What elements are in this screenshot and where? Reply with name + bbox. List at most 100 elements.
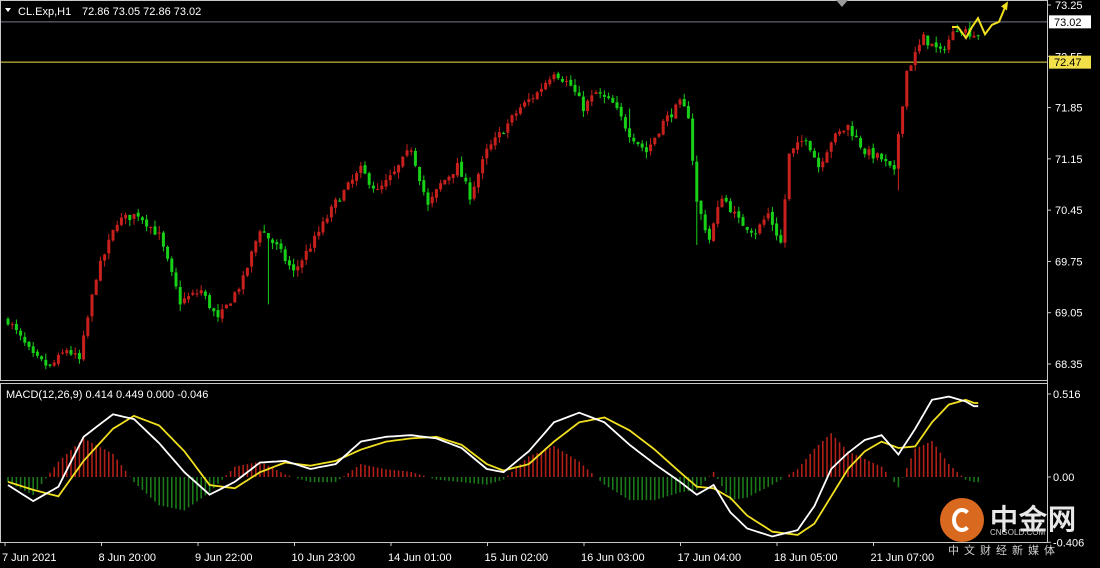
candle-body	[266, 233, 270, 239]
candle-body	[703, 214, 707, 231]
cngold-watermark: 中金网 CNGOLD.COM 中文财经新媒体	[938, 496, 1088, 558]
candle-body	[598, 92, 602, 94]
candle-body	[775, 223, 779, 236]
candle-body	[418, 167, 422, 182]
candle-body	[388, 175, 392, 181]
cngold-logo-icon	[940, 498, 984, 542]
candle-body	[804, 140, 808, 142]
candle-body	[52, 362, 56, 366]
price-tick-label: 73.25	[1055, 0, 1083, 12]
candle-body	[502, 133, 506, 135]
candle-body	[523, 102, 527, 107]
candle-body	[712, 223, 716, 241]
price-tick-label: 70.45	[1055, 205, 1083, 217]
candle-body	[384, 179, 388, 187]
level-price-marker: 72.47	[1049, 55, 1091, 69]
candle-body	[581, 96, 585, 112]
candle-body	[27, 341, 31, 347]
candle-body	[787, 153, 791, 199]
candle-body	[157, 232, 161, 234]
candle-body	[338, 200, 342, 202]
macd-tick-label: 0.00	[1053, 472, 1074, 484]
candle-body	[640, 143, 644, 148]
candle-body	[884, 158, 888, 162]
watermark-tagline: 中文财经新媒体	[948, 544, 1060, 557]
candle-body	[838, 131, 842, 135]
chart-shift-marker-icon[interactable]	[836, 0, 848, 7]
candle-body	[779, 235, 783, 243]
candle-body	[716, 207, 720, 224]
candle-body	[682, 99, 686, 107]
candle-body	[153, 226, 157, 235]
candle-body	[481, 159, 485, 174]
candle-body	[665, 115, 669, 122]
svg-text:73.02: 73.02	[1054, 17, 1082, 29]
candle-body	[220, 309, 224, 319]
candle-body	[48, 364, 52, 366]
candle-body	[653, 137, 657, 145]
candle-body	[880, 153, 884, 160]
candle-body	[460, 161, 464, 177]
candle-body	[821, 161, 825, 168]
candle-body	[258, 231, 262, 243]
candle-body	[905, 71, 909, 107]
candle-body	[783, 199, 787, 243]
candle-body	[863, 148, 867, 155]
candle-body	[363, 165, 367, 174]
candle-body	[56, 354, 60, 364]
candle-body	[409, 150, 413, 152]
candle-body	[98, 260, 102, 281]
symbol-label: CL.Exp,H1	[18, 6, 71, 18]
candle-body	[136, 212, 140, 217]
price-pane[interactable]	[1, 1, 1047, 370]
candle-body	[623, 117, 627, 129]
candle-body	[304, 250, 308, 260]
candle-body	[699, 201, 703, 214]
candle-body	[758, 224, 762, 234]
symbol-menu-triangle-icon[interactable]	[5, 8, 11, 12]
candle-body	[951, 31, 955, 41]
candle-body	[191, 292, 195, 295]
candle-body	[346, 182, 350, 190]
candle-body	[161, 232, 165, 247]
candle-body	[254, 241, 258, 253]
candle-body	[493, 137, 497, 146]
candle-body	[506, 123, 510, 133]
time-tick-label: 9 Jun 22:00	[195, 552, 253, 564]
candle-body	[279, 243, 283, 250]
candle-body	[119, 217, 123, 225]
candle-body	[241, 275, 245, 290]
candle-body	[325, 218, 329, 223]
candle-body	[111, 229, 115, 241]
candle-body	[300, 260, 304, 268]
candle-body	[476, 173, 480, 188]
candle-body	[6, 318, 10, 325]
time-axis: 7 Jun 2021 8 Jun 20:00 9 Jun 22:00 10 Jun 2…	[2, 542, 934, 564]
candle-body	[224, 304, 228, 309]
candle-body	[976, 35, 980, 37]
candle-body	[308, 248, 312, 252]
macd-pane[interactable]	[7, 395, 980, 538]
candle-body	[510, 115, 514, 123]
candle-body	[770, 211, 774, 225]
candle-body	[842, 130, 846, 133]
candle-body	[766, 213, 770, 219]
macd-tick-label: 0.516	[1053, 389, 1081, 401]
candle-body	[115, 224, 119, 232]
candle-body	[489, 144, 493, 150]
candle-body	[943, 49, 947, 51]
candle-body	[19, 330, 23, 336]
candle-body	[90, 294, 94, 317]
candle-body	[262, 231, 266, 233]
candle-body	[103, 254, 107, 261]
candle-body	[392, 171, 396, 175]
candle-body	[413, 151, 417, 166]
candle-body	[825, 152, 829, 163]
candle-body	[544, 82, 548, 90]
candle-body	[644, 147, 648, 153]
chart-window[interactable]: 73.2572.5571.8571.1570.4569.7569.0568.35…	[0, 0, 1100, 568]
candle-body	[434, 189, 438, 198]
candle-body	[548, 79, 552, 85]
candle-body	[149, 227, 153, 229]
candle-body	[464, 177, 468, 182]
